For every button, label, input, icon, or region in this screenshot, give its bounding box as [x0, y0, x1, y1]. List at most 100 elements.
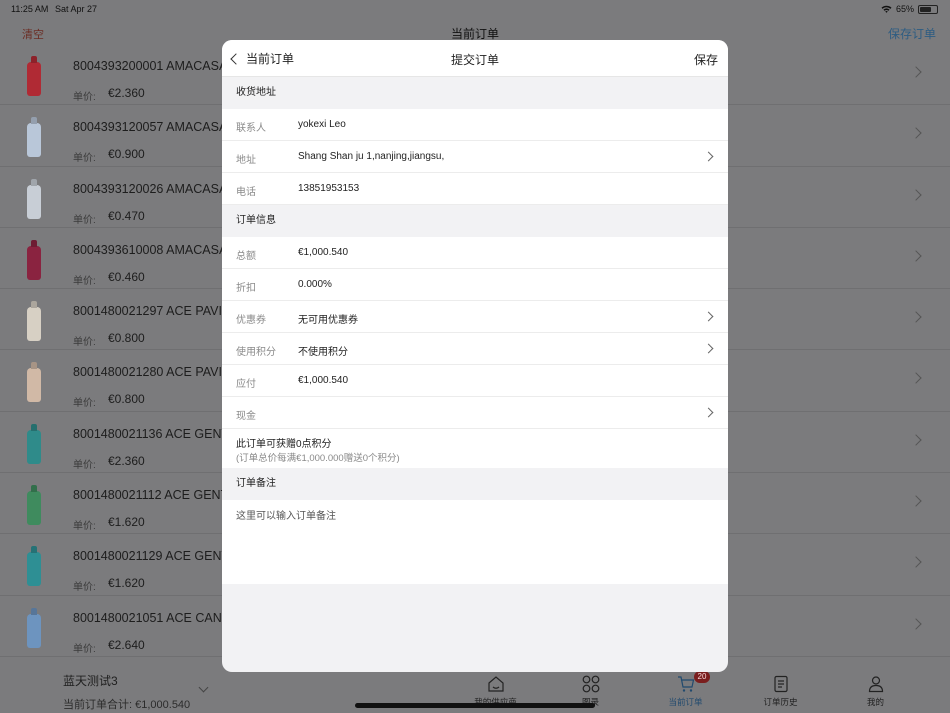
- discount-label: 折扣: [236, 283, 256, 294]
- price-label: 单价:: [73, 521, 96, 533]
- save-button[interactable]: 保存: [694, 51, 718, 68]
- section-remark: 订单备注: [222, 468, 728, 500]
- payable-label: 应付: [236, 379, 256, 390]
- coupon-label: 优惠券: [236, 315, 266, 326]
- remark-input[interactable]: 这里可以输入订单备注: [222, 500, 728, 584]
- earn-points-rule: (订单总价每满€1,000.000赠送0个积分): [236, 453, 400, 464]
- product-name: 8004393610008 AMACASA: [73, 242, 228, 257]
- price-label: 单价:: [73, 92, 96, 103]
- grid-icon: [582, 675, 599, 693]
- chevron-right-icon: [910, 372, 922, 385]
- tab-order-history[interactable]: 订单历史: [733, 675, 828, 713]
- modal-title: 提交订单: [450, 53, 499, 67]
- points-use-row[interactable]: 使用积分 不使用积分: [222, 333, 728, 365]
- chevron-right-icon: [910, 188, 922, 201]
- total-label: 总额: [236, 251, 256, 262]
- contact-value: yokexi Leo: [298, 119, 346, 130]
- chevron-right-icon: [910, 434, 922, 446]
- price-value: €0.900: [108, 147, 145, 162]
- product-name: 8001480021280 ACE PAVIM: [73, 365, 233, 380]
- earn-points-text: 此订单可获赠0点积分: [236, 439, 332, 450]
- phone-value: 13851953153: [298, 183, 360, 194]
- payable-value: €1,000.540: [298, 375, 349, 386]
- product-image: [20, 240, 48, 280]
- battery-percent: 65%: [895, 4, 914, 14]
- price-label: 单价:: [73, 582, 96, 594]
- chevron-right-icon: [910, 556, 922, 569]
- home-indicator[interactable]: [355, 703, 595, 708]
- cash-row[interactable]: 现金: [222, 397, 728, 429]
- tab-profile[interactable]: 我的: [828, 675, 923, 713]
- bottle-icon: [27, 613, 41, 648]
- contact-row: 联系人 yokexi Leo: [222, 109, 728, 141]
- coupon-row[interactable]: 优惠券 无可用优惠券: [222, 301, 728, 333]
- total-value: €1,000.540: [298, 247, 349, 258]
- product-image: [20, 546, 48, 587]
- battery-icon: [918, 4, 938, 14]
- price-label: 单价:: [73, 398, 96, 410]
- cart-icon: [677, 676, 694, 692]
- price-value: €1.620: [108, 515, 145, 530]
- product-image: [20, 424, 48, 464]
- price-label: 单价:: [73, 275, 96, 287]
- chevron-right-icon: [703, 311, 714, 322]
- phone-row: 电话 13851953153: [222, 173, 728, 205]
- bottle-icon: [27, 123, 41, 158]
- remark-placeholder: 这里可以输入订单备注: [236, 511, 336, 522]
- bottle-icon: [27, 368, 41, 403]
- wifi-icon: [881, 5, 892, 13]
- cash-label: 现金: [236, 411, 256, 422]
- status-time: 11:25 AM: [11, 4, 49, 14]
- status-bar: 11:25 AM Sat Apr 27 65%: [0, 0, 950, 18]
- product-image: [20, 301, 48, 342]
- store-name[interactable]: 蓝天测试3: [63, 672, 118, 689]
- address-value: Shang Shan ju 1,nanjing,jiangsu,: [298, 151, 445, 162]
- price-label: 单价:: [73, 337, 96, 349]
- price-value: €1.620: [108, 576, 145, 591]
- order-total: 当前订单合计: €1,000.540: [63, 699, 191, 711]
- chevron-right-icon: [910, 495, 922, 507]
- payable-row: 应付 €1,000.540: [222, 365, 728, 397]
- product-name: 8001480021129 ACE GENT: [73, 549, 230, 564]
- section-address: 收货地址: [222, 77, 728, 109]
- status-right: 65%: [881, 4, 938, 14]
- discount-row: 折扣 0.000%: [222, 269, 728, 301]
- price-value: €0.460: [108, 269, 145, 284]
- price-value: €0.800: [108, 392, 145, 407]
- coupon-value: 无可用优惠券: [298, 315, 358, 326]
- chevron-down-icon[interactable]: [198, 682, 209, 693]
- price-value: €0.470: [108, 208, 145, 223]
- price-value: €2.360: [108, 86, 145, 100]
- points-label: 使用积分: [236, 347, 276, 358]
- bottle-icon: [27, 245, 41, 280]
- bottle-icon: [27, 429, 41, 464]
- product-name: 8004393120026 AMACASA: [73, 181, 228, 196]
- price-label: 单价:: [73, 459, 96, 471]
- status-date: Sat Apr 27: [55, 4, 98, 14]
- chevron-right-icon: [703, 407, 714, 418]
- chevron-right-icon: [703, 151, 714, 162]
- cart-badge: 20: [694, 671, 710, 683]
- product-image: [20, 608, 48, 648]
- total-row: 总额 €1,000.540: [222, 237, 728, 269]
- contact-label: 联系人: [236, 123, 266, 134]
- product-image: [20, 56, 48, 96]
- section-order-info: 订单信息: [222, 205, 728, 237]
- price-value: €0.800: [108, 331, 145, 346]
- product-image: [20, 485, 48, 526]
- user-icon: [868, 676, 883, 693]
- chevron-right-icon: [910, 250, 922, 262]
- price-value: €2.640: [108, 637, 145, 652]
- home-icon: [487, 676, 504, 692]
- address-row[interactable]: 地址 Shang Shan ju 1,nanjing,jiangsu,: [222, 141, 728, 173]
- product-name: 8004393200001 AMACASA: [73, 59, 228, 73]
- bottle-icon: [27, 184, 41, 219]
- tab-current-order[interactable]: 20 当前订单: [638, 671, 733, 713]
- product-image: [20, 179, 48, 219]
- price-value: €2.360: [108, 453, 145, 468]
- tab-label: 当前订单: [668, 697, 703, 707]
- save-order-button[interactable]: 保存订单: [888, 25, 936, 42]
- bottle-icon: [27, 62, 41, 96]
- modal-header: 当前订单 提交订单 保存: [222, 40, 728, 77]
- discount-value: 0.000%: [298, 279, 332, 290]
